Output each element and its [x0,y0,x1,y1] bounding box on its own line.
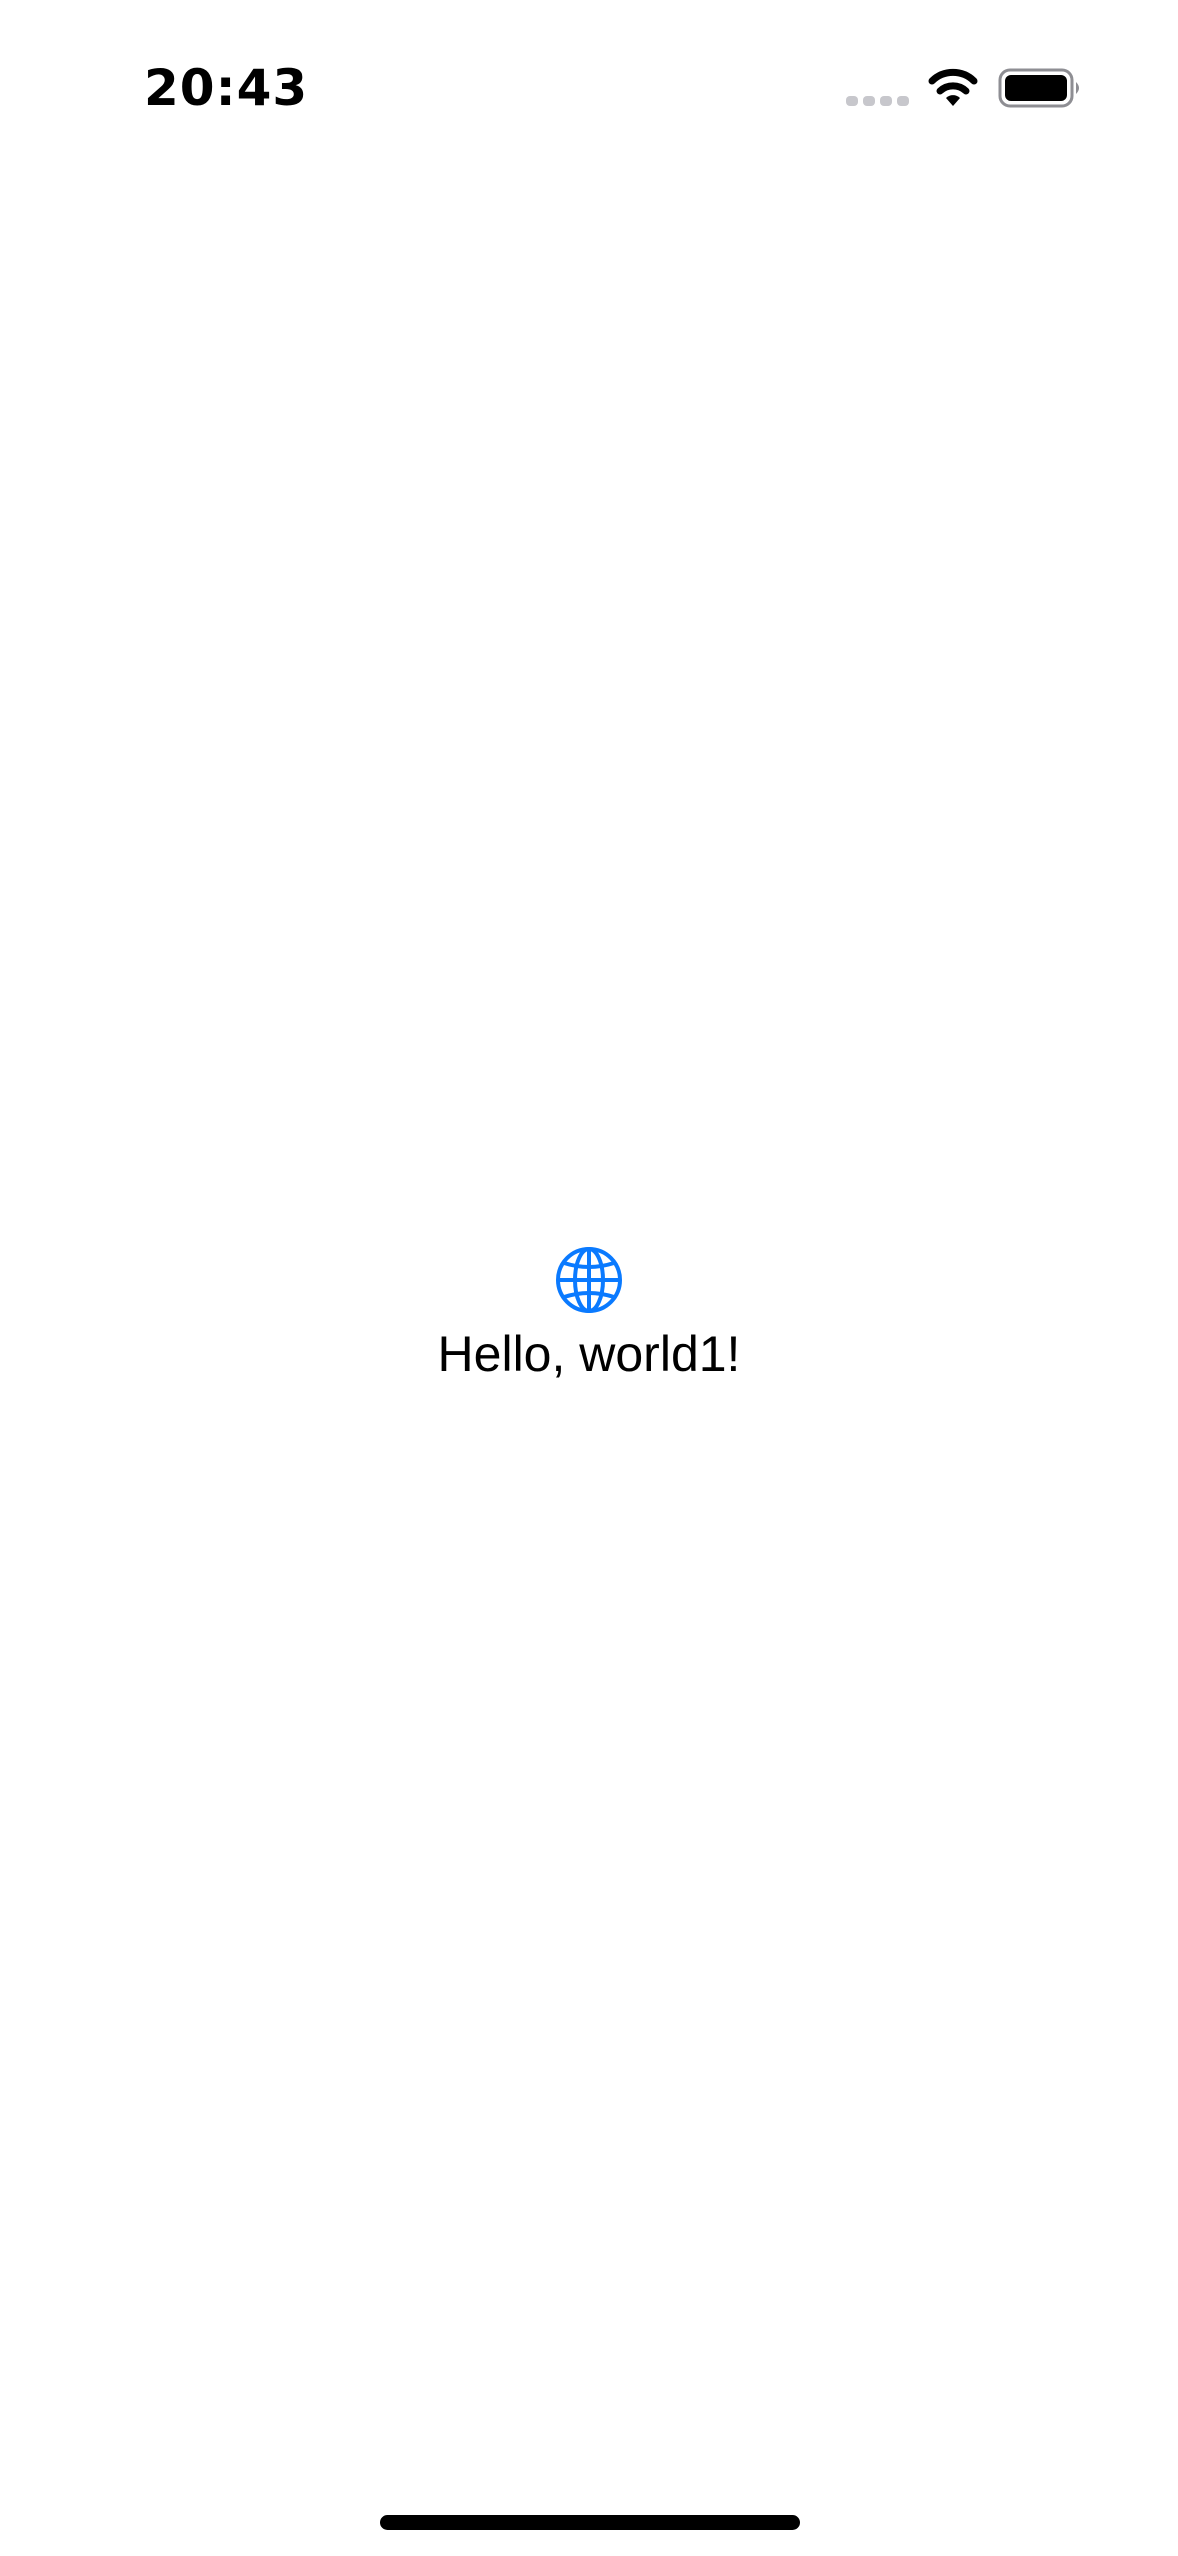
status-bar: 20:43 [0,0,1178,175]
status-time: 20:43 [144,59,309,117]
main-content: Hello, world1! [0,1245,1178,1395]
wifi-icon [928,68,978,106]
battery-icon [998,68,1079,108]
home-indicator[interactable] [380,2515,800,2530]
globe-icon [556,1247,622,1313]
cellular-signal-icon [846,96,909,106]
greeting-text: Hello, world1! [437,1326,741,1382]
